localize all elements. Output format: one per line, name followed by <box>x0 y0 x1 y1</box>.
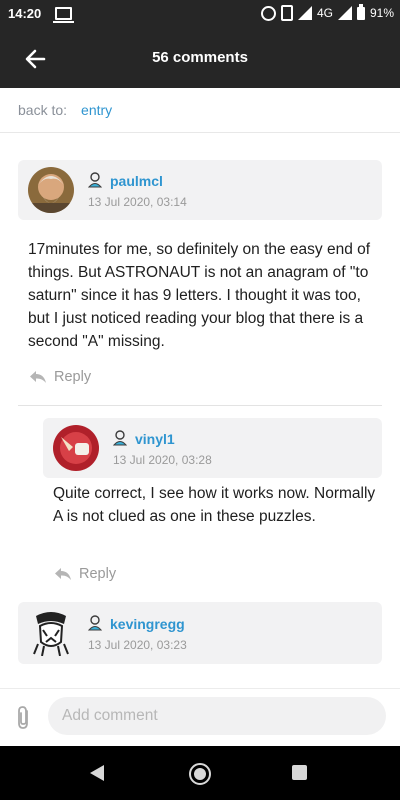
nav-back-icon[interactable] <box>90 765 104 781</box>
breadcrumb-label: back to: <box>18 102 68 118</box>
network-type: 4G <box>316 6 333 20</box>
divider <box>18 405 382 406</box>
reply-label: Reply <box>79 566 117 582</box>
battery-level: 91% <box>369 6 394 20</box>
reply-button[interactable]: Reply <box>28 369 91 385</box>
nav-home-icon[interactable] <box>189 763 211 785</box>
avatar[interactable] <box>53 425 99 471</box>
comment-body: 17minutes for me, so definitely on the e… <box>28 241 371 350</box>
comment-header: paulmcl 13 Jul 2020, 03:14 <box>18 160 382 220</box>
battery-icon <box>356 3 365 20</box>
comment-header: kevingregg 13 Jul 2020, 03:23 <box>18 602 382 664</box>
add-comment-input[interactable] <box>48 697 386 735</box>
username[interactable]: vinyl1 <box>135 431 175 447</box>
timestamp: 13 Jul 2020, 03:14 <box>88 195 187 209</box>
app-bar: 56 comments <box>0 28 400 88</box>
paperclip-icon[interactable] <box>14 705 34 731</box>
reply-icon <box>30 371 46 383</box>
nav-recents-icon[interactable] <box>292 765 307 780</box>
timestamp: 13 Jul 2020, 03:23 <box>88 638 187 652</box>
screen-cast-icon <box>53 7 74 23</box>
username[interactable]: paulmcl <box>110 173 163 189</box>
status-bar: 14:20 4G 91% <box>0 0 400 28</box>
vibrate-icon <box>280 5 293 21</box>
wifi-signal-icon <box>297 6 312 20</box>
comment-header: vinyl1 13 Jul 2020, 03:28 <box>43 418 382 478</box>
username[interactable]: kevingregg <box>110 616 185 632</box>
timestamp: 13 Jul 2020, 03:28 <box>113 453 212 467</box>
reply-button[interactable]: Reply <box>53 566 116 582</box>
user-icon <box>113 430 127 446</box>
status-icons: 4G 91% <box>260 3 394 21</box>
user-icon <box>88 172 102 188</box>
avatar[interactable] <box>28 610 74 656</box>
reply-label: Reply <box>54 369 92 385</box>
avatar[interactable] <box>28 167 74 213</box>
divider <box>0 132 400 133</box>
page-title: 56 comments <box>152 49 248 66</box>
comment-body: Quite correct, I see how it works now. N… <box>53 485 376 525</box>
comment-composer <box>0 688 400 747</box>
user-icon <box>88 615 102 631</box>
breadcrumb: back to: entry <box>18 102 112 118</box>
navigation-bar <box>0 746 400 800</box>
alarm-icon <box>260 5 276 21</box>
breadcrumb-entry-link[interactable]: entry <box>81 102 112 118</box>
status-time: 14:20 <box>8 6 42 21</box>
comments-sheet: back to: entry paulmcl 13 Jul 2020, 03:14… <box>0 88 400 688</box>
cell-signal-icon <box>337 6 352 20</box>
reply-icon <box>55 568 71 580</box>
